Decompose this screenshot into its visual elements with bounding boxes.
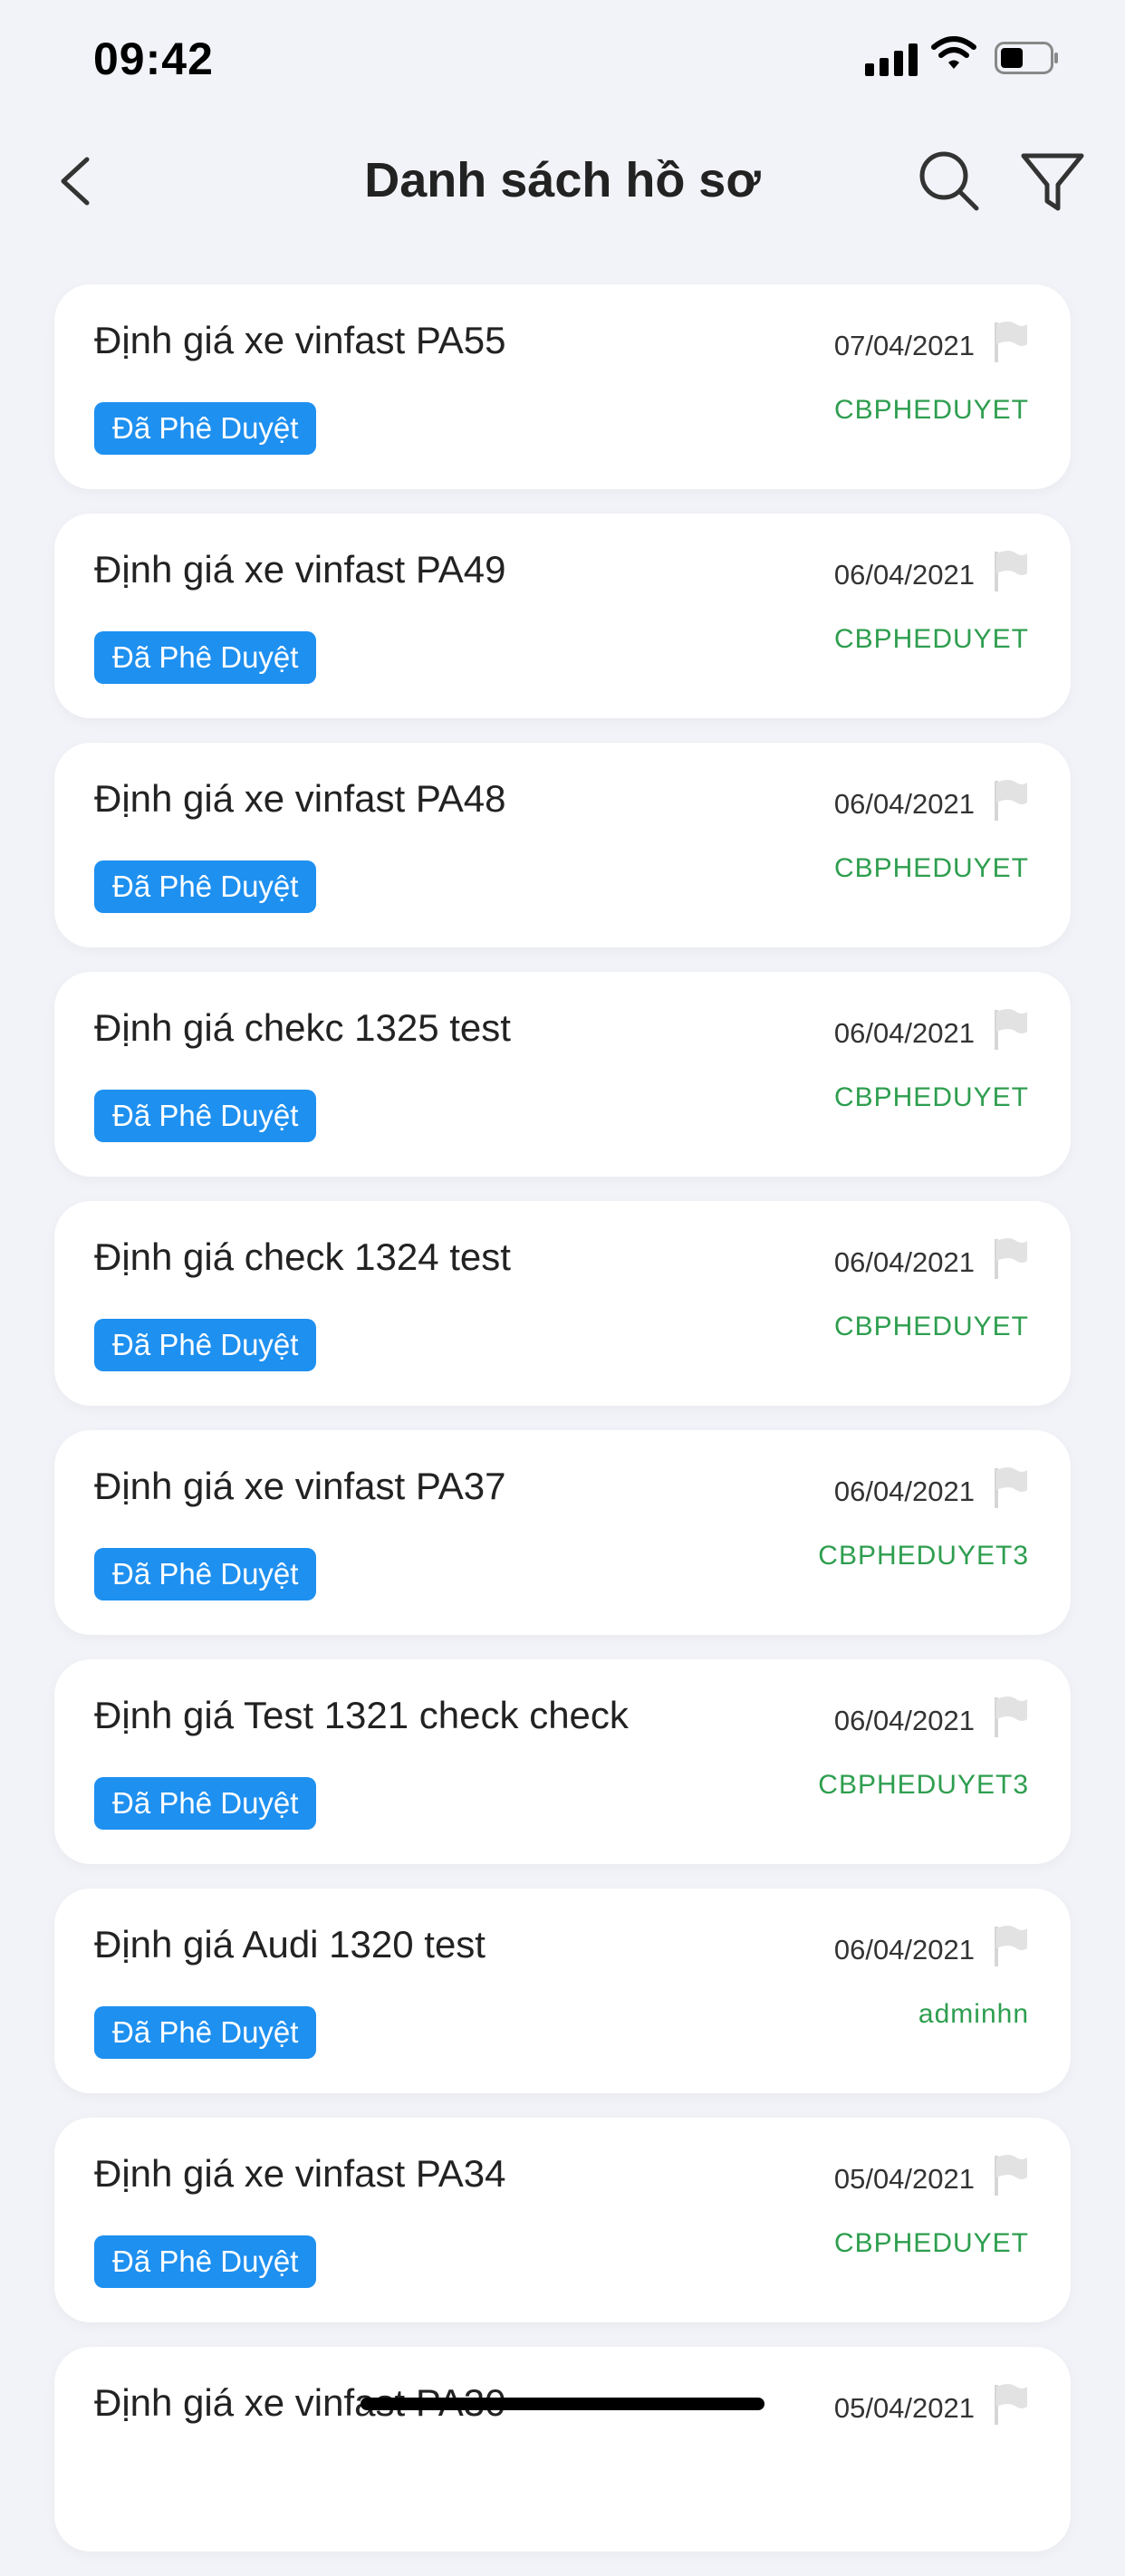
navigation-bar: Danh sách hồ sơ: [0, 136, 1125, 226]
status-badge: Đã Phê Duyệt: [94, 1319, 317, 1371]
item-title: Định giá xe vinfast PA49: [94, 548, 506, 591]
list-item[interactable]: Định giá xe vinfast PA55 07/04/2021 Đã P…: [54, 284, 1071, 489]
battery-icon: [995, 42, 1058, 74]
flag-icon[interactable]: [991, 1694, 1031, 1739]
item-user: adminhn: [918, 1999, 1029, 2029]
flag-icon[interactable]: [991, 1006, 1031, 1052]
item-title: Định giá xe vinfast PA55: [94, 319, 506, 361]
list-item[interactable]: Định giá Audi 1320 test 06/04/2021 Đã Ph…: [54, 1889, 1071, 2093]
item-date: 07/04/2021: [833, 330, 975, 361]
record-list: Định giá xe vinfast PA55 07/04/2021 Đã P…: [54, 284, 1071, 2576]
item-user: CBPHEDUYET: [833, 1312, 1029, 1341]
search-icon[interactable]: [913, 145, 986, 217]
cellular-signal-icon: [865, 42, 918, 76]
status-badge: Đã Phê Duyệt: [94, 1090, 317, 1142]
flag-icon[interactable]: [991, 548, 1031, 593]
status-time: 09:42: [93, 34, 214, 84]
flag-icon[interactable]: [991, 1923, 1031, 1968]
status-badge: Đã Phê Duyệt: [94, 2235, 317, 2288]
item-title: Định giá xe vinfast PA37: [94, 1465, 506, 1507]
item-date: 06/04/2021: [833, 1017, 975, 1049]
item-date: 06/04/2021: [833, 1705, 975, 1736]
list-item[interactable]: Định giá xe vinfast PA37 06/04/2021 Đã P…: [54, 1430, 1071, 1635]
item-date: 05/04/2021: [833, 2392, 975, 2424]
flag-icon[interactable]: [991, 319, 1031, 364]
status-badge: Đã Phê Duyệt: [94, 402, 317, 455]
item-date: 05/04/2021: [833, 2163, 975, 2195]
item-user: CBPHEDUYET: [833, 2228, 1029, 2258]
item-title: Định giá chekc 1325 test: [94, 1006, 511, 1049]
flag-icon[interactable]: [991, 2381, 1031, 2427]
filter-icon[interactable]: [1016, 145, 1089, 217]
item-date: 06/04/2021: [833, 559, 975, 591]
status-badge: Đã Phê Duyệt: [94, 860, 317, 913]
item-user: CBPHEDUYET3: [818, 1541, 1029, 1571]
home-indicator[interactable]: [361, 2398, 764, 2410]
item-user: CBPHEDUYET: [833, 624, 1029, 654]
item-date: 06/04/2021: [833, 1246, 975, 1278]
list-item[interactable]: Định giá xe vinfast PA30 05/04/2021: [54, 2347, 1071, 2552]
list-item[interactable]: Định giá xe vinfast PA49 06/04/2021 Đã P…: [54, 514, 1071, 718]
list-item[interactable]: Định giá check 1324 test 06/04/2021 Đã P…: [54, 1201, 1071, 1406]
flag-icon[interactable]: [991, 2152, 1031, 2197]
item-title: Định giá Audi 1320 test: [94, 1923, 486, 1966]
status-badge: Đã Phê Duyệt: [94, 1548, 317, 1600]
list-item[interactable]: Định giá xe vinfast PA48 06/04/2021 Đã P…: [54, 743, 1071, 947]
list-item[interactable]: Định giá chekc 1325 test 06/04/2021 Đã P…: [54, 972, 1071, 1177]
item-title: Định giá xe vinfast PA48: [94, 777, 506, 820]
item-user: CBPHEDUYET: [833, 395, 1029, 425]
item-user: CBPHEDUYET3: [818, 1770, 1029, 1800]
status-bar: 09:42: [0, 0, 1125, 118]
status-badge: Đã Phê Duyệt: [94, 1777, 317, 1830]
item-title: Định giá check 1324 test: [94, 1235, 511, 1278]
list-item[interactable]: Định giá Test 1321 check check 06/04/202…: [54, 1659, 1071, 1864]
wifi-icon: [931, 36, 976, 69]
item-date: 06/04/2021: [833, 788, 975, 820]
status-badge: Đã Phê Duyệt: [94, 631, 317, 684]
item-title: Định giá Test 1321 check check: [94, 1694, 629, 1736]
flag-icon[interactable]: [991, 1235, 1031, 1281]
item-date: 06/04/2021: [833, 1475, 975, 1507]
flag-icon[interactable]: [991, 1465, 1031, 1510]
item-title: Định giá xe vinfast PA34: [94, 2152, 506, 2195]
list-item[interactable]: Định giá xe vinfast PA34 05/04/2021 Đã P…: [54, 2118, 1071, 2322]
item-user: CBPHEDUYET: [833, 853, 1029, 883]
item-user: CBPHEDUYET: [833, 1082, 1029, 1112]
item-date: 06/04/2021: [833, 1934, 975, 1966]
status-badge: Đã Phê Duyệt: [94, 2006, 317, 2059]
flag-icon[interactable]: [991, 777, 1031, 822]
